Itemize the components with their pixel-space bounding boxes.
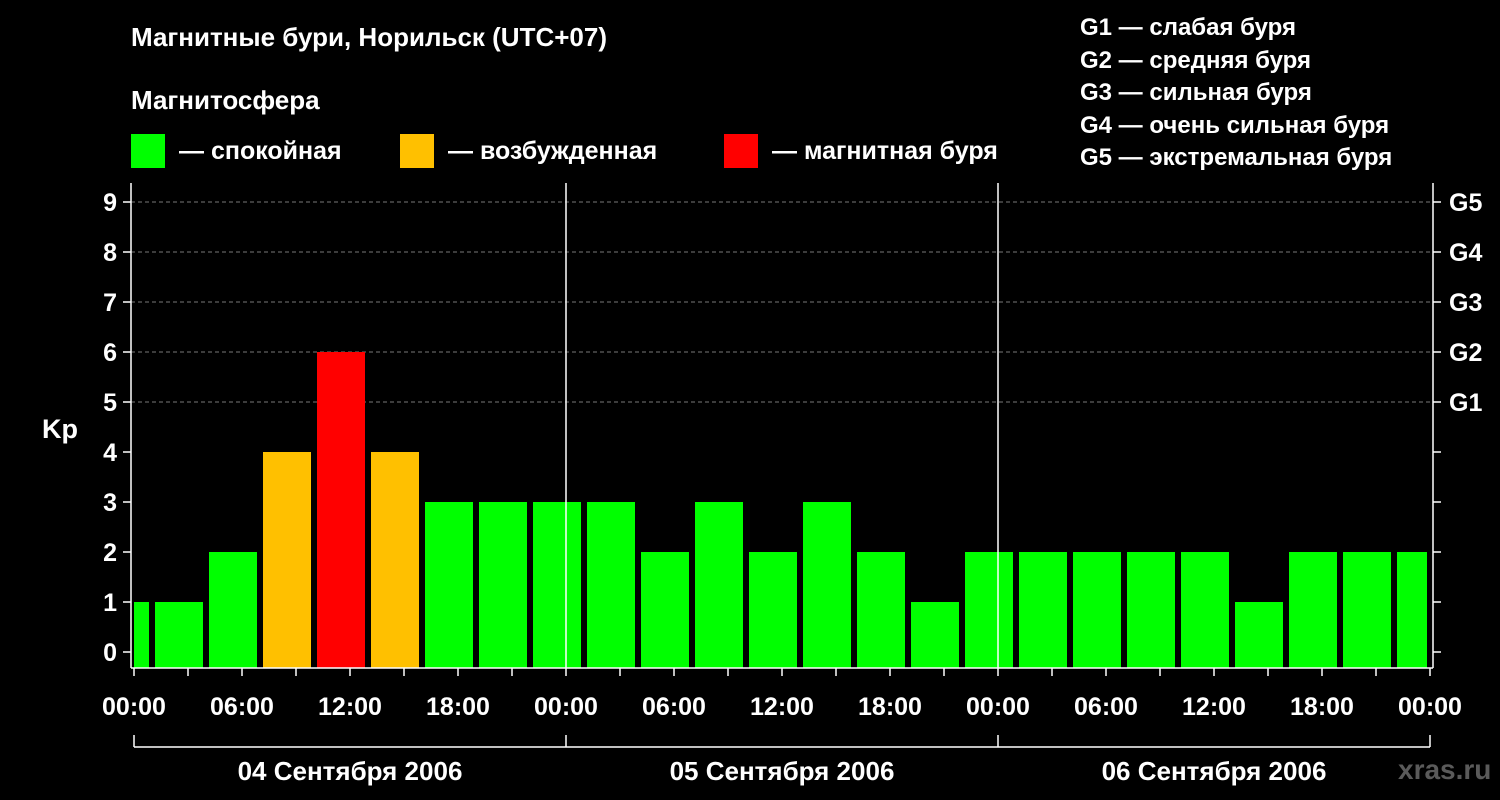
x-tick-label: 12:00 (318, 693, 382, 721)
kp-bar (911, 602, 959, 668)
g-level-label: G4 (1449, 239, 1482, 267)
y-tick-label: 9 (103, 189, 117, 217)
g-level-label: G5 (1449, 189, 1482, 217)
y-tick-label: 3 (103, 489, 117, 517)
x-tick-label: 18:00 (858, 693, 922, 721)
x-tick-label: 00:00 (1398, 693, 1462, 721)
g-level-label: G3 (1449, 289, 1482, 317)
kp-bar (857, 552, 905, 668)
y-tick-label: 8 (103, 239, 117, 267)
kp-bar (749, 552, 797, 668)
y-tick-label: 2 (103, 539, 117, 567)
kp-bar (479, 502, 527, 668)
date-label: 06 Сентября 2006 (1102, 756, 1327, 786)
y-tick-label: 1 (103, 589, 117, 617)
kp-bar (965, 552, 1013, 668)
kp-bar (695, 502, 743, 668)
kp-bar (371, 452, 419, 668)
kp-bar (533, 502, 581, 668)
kp-bar (1019, 552, 1067, 668)
y-tick-label: 6 (103, 339, 117, 367)
x-tick-label: 06:00 (642, 693, 706, 721)
x-tick-label: 12:00 (750, 693, 814, 721)
date-label: 05 Сентября 2006 (670, 756, 895, 786)
kp-bar (1235, 602, 1283, 668)
g-level-label: G2 (1449, 339, 1482, 367)
x-tick-label: 18:00 (426, 693, 490, 721)
y-tick-label: 7 (103, 289, 117, 317)
watermark: xras.ru (1398, 754, 1492, 785)
kp-bar (134, 602, 149, 668)
y-tick-label: 5 (103, 389, 117, 417)
kp-bar (1343, 552, 1391, 668)
y-tick-label: 0 (103, 639, 117, 667)
x-tick-label: 00:00 (966, 693, 1030, 721)
kp-bar (1181, 552, 1229, 668)
x-tick-label: 12:00 (1182, 693, 1246, 721)
x-tick-label: 00:00 (534, 693, 598, 721)
kp-bar-chart: 0 1 2 3 4 5 6 7 8 9 G1 G2 G3 G4 G5 Kp 00:00 06:00 12:00 18:… (42, 183, 1482, 786)
x-tick-label: 18:00 (1290, 693, 1354, 721)
kp-bar (1073, 552, 1121, 668)
kp-bar (425, 502, 473, 668)
y-axis-label: Kp (42, 414, 78, 444)
kp-bar (263, 452, 311, 668)
kp-bar (1397, 552, 1427, 668)
kp-bar (641, 552, 689, 668)
x-tick-label: 00:00 (102, 693, 166, 721)
x-tick-label: 06:00 (210, 693, 274, 721)
kp-bar (209, 552, 257, 668)
kp-bar (587, 502, 635, 668)
y-tick-label: 4 (103, 439, 117, 467)
kp-bar (317, 352, 365, 668)
g-level-label: G1 (1449, 389, 1482, 417)
date-label: 04 Сентября 2006 (238, 756, 463, 786)
kp-bar (155, 602, 203, 668)
kp-bar (1289, 552, 1337, 668)
kp-bar (803, 502, 851, 668)
kp-bar (1127, 552, 1175, 668)
x-tick-label: 06:00 (1074, 693, 1138, 721)
